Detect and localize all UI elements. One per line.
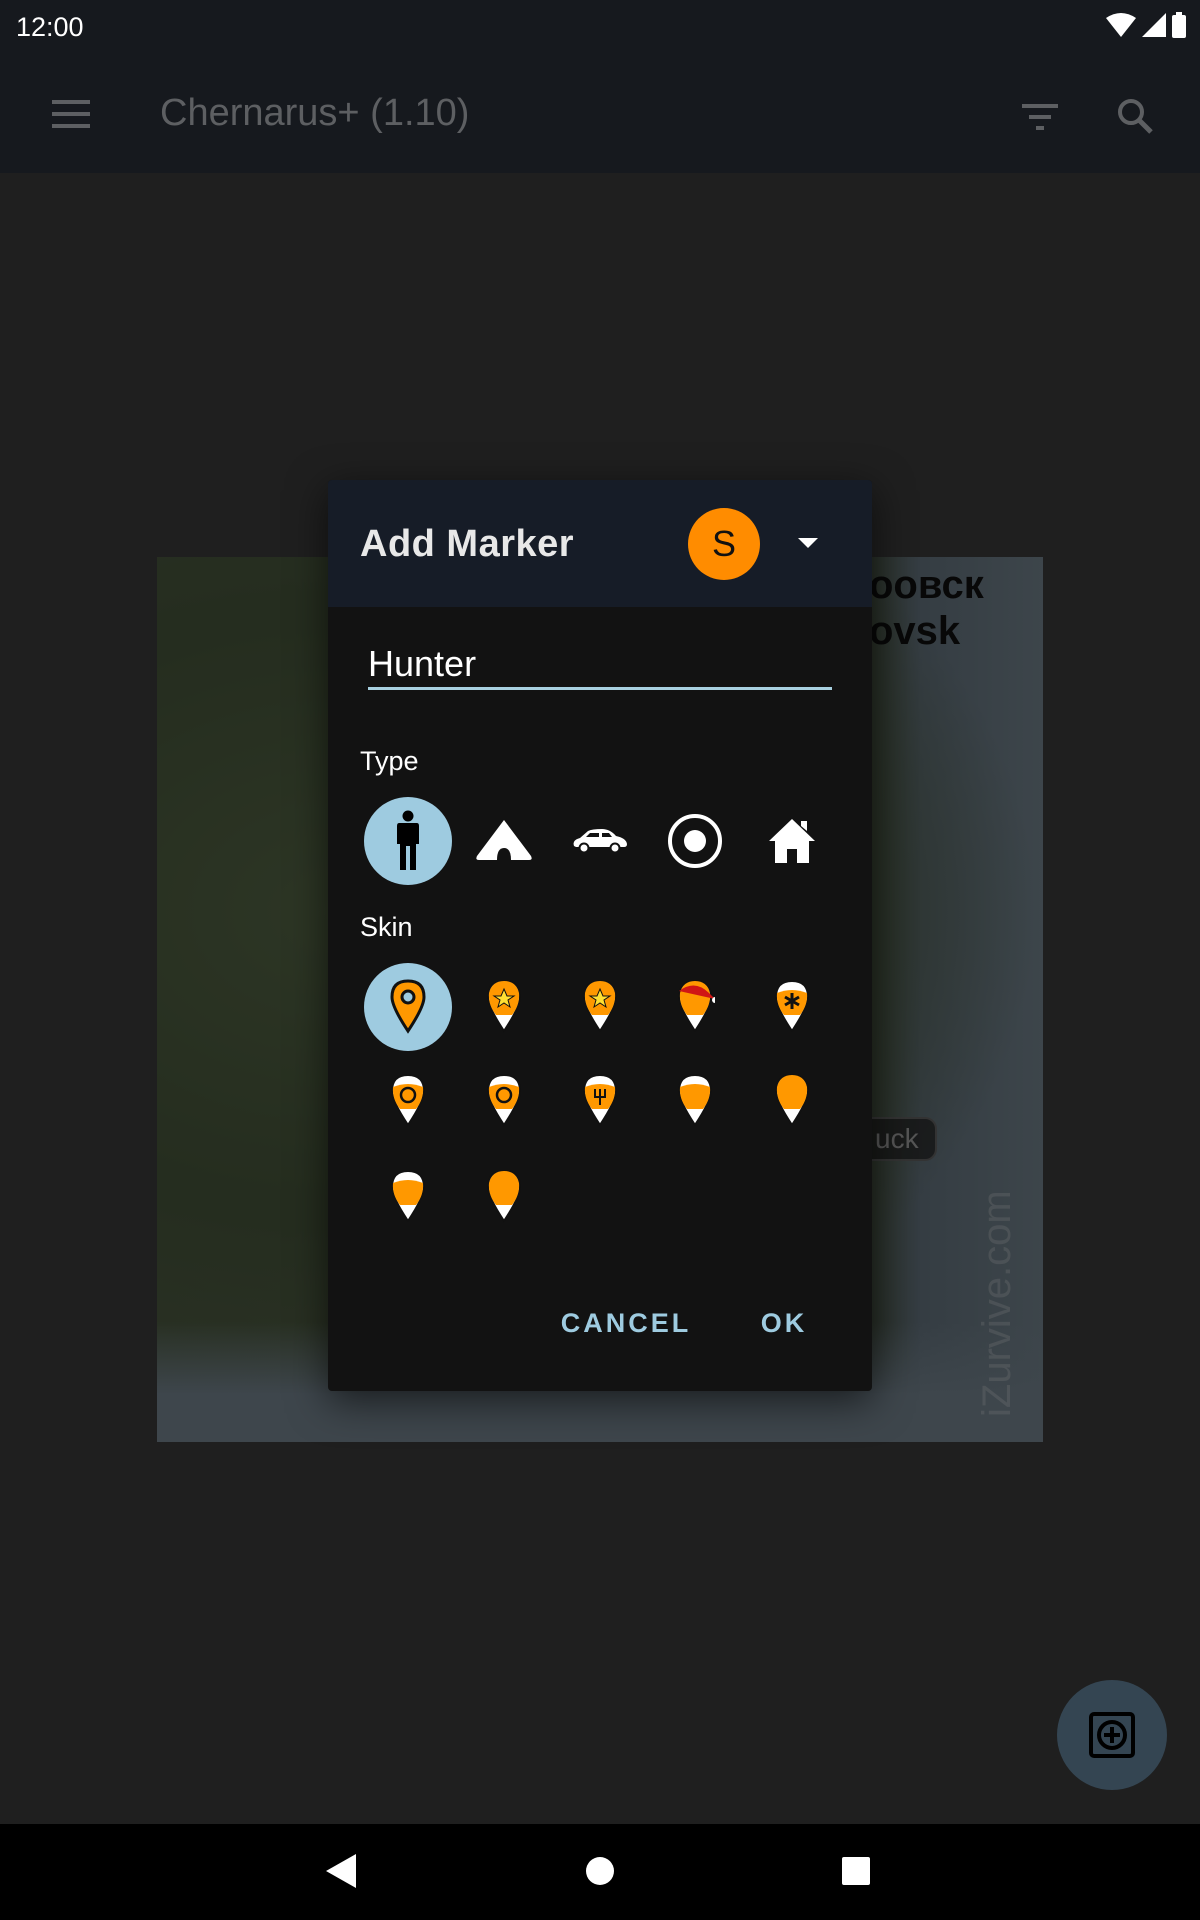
battery-icon bbox=[1172, 12, 1186, 38]
type-base[interactable] bbox=[748, 797, 836, 885]
wifi-icon bbox=[1106, 13, 1136, 37]
person-icon bbox=[397, 810, 419, 870]
target-circle-icon bbox=[668, 814, 722, 868]
dialog-title: Add Marker bbox=[360, 523, 575, 565]
dropdown-arrow-icon[interactable] bbox=[798, 538, 818, 548]
app-toolbar: Chernarus+ (1.10) bbox=[0, 60, 1200, 173]
search-icon[interactable] bbox=[1115, 96, 1155, 136]
pin-star-ribbon-icon bbox=[582, 979, 618, 1033]
group-avatar[interactable]: S bbox=[688, 508, 760, 580]
type-options bbox=[328, 797, 872, 885]
clock: 12:00 bbox=[16, 12, 84, 42]
type-point[interactable] bbox=[651, 797, 739, 885]
skin-option[interactable] bbox=[556, 1057, 644, 1145]
skin-option[interactable] bbox=[364, 963, 452, 1051]
type-person[interactable] bbox=[364, 797, 452, 885]
skin-option[interactable] bbox=[651, 1057, 739, 1145]
pin-helmet-icon bbox=[390, 1169, 426, 1223]
signal-icon bbox=[1142, 13, 1166, 37]
pin-beret-icon bbox=[774, 1073, 810, 1127]
pin-fork-icon bbox=[582, 1073, 618, 1127]
ok-button[interactable]: OK bbox=[761, 1308, 808, 1339]
marker-name-input[interactable] bbox=[368, 640, 832, 690]
skin-option[interactable] bbox=[556, 963, 644, 1051]
pin-santa-hat-icon bbox=[677, 979, 715, 1033]
pin-camo-star-icon bbox=[486, 979, 522, 1033]
dialog-header: Add Marker S bbox=[328, 480, 872, 607]
add-marker-fab[interactable] bbox=[1057, 1680, 1167, 1790]
filter-icon[interactable] bbox=[1020, 100, 1060, 134]
cancel-button[interactable]: CANCEL bbox=[561, 1308, 692, 1339]
skin-option[interactable] bbox=[460, 1153, 548, 1241]
pin-zombie-icon bbox=[486, 1169, 522, 1223]
pin-crosshair-icon bbox=[390, 1073, 426, 1127]
status-bar: 12:00 bbox=[0, 0, 1200, 60]
recents-icon[interactable] bbox=[841, 1854, 871, 1888]
map-title: Chernarus+ (1.10) bbox=[160, 92, 470, 134]
skin-option[interactable] bbox=[748, 1057, 836, 1145]
add-marker-dialog: Add Marker S Type Skin CANCEL OK bbox=[328, 480, 872, 1391]
add-marker-icon bbox=[1089, 1712, 1135, 1758]
skin-option[interactable] bbox=[460, 963, 548, 1051]
skin-label: Skin bbox=[360, 912, 413, 942]
pin-steering-wheel-icon bbox=[486, 1073, 522, 1127]
tent-icon bbox=[476, 820, 532, 860]
type-label: Type bbox=[360, 746, 419, 776]
skin-option[interactable] bbox=[651, 963, 739, 1051]
car-icon bbox=[573, 829, 627, 854]
pin-medic-icon bbox=[774, 979, 810, 1033]
pin-plain-icon bbox=[390, 979, 426, 1034]
back-icon[interactable] bbox=[326, 1854, 358, 1888]
skin-option[interactable] bbox=[364, 1153, 452, 1241]
skin-option[interactable] bbox=[364, 1057, 452, 1145]
type-vehicle[interactable] bbox=[556, 797, 644, 885]
skin-option[interactable] bbox=[748, 963, 836, 1051]
house-icon bbox=[769, 819, 815, 863]
menu-icon[interactable] bbox=[52, 100, 90, 130]
type-tent[interactable] bbox=[460, 797, 548, 885]
skin-option[interactable] bbox=[460, 1057, 548, 1145]
pin-cap-icon bbox=[677, 1073, 713, 1127]
home-icon[interactable] bbox=[585, 1854, 615, 1888]
navigation-bar bbox=[0, 1824, 1200, 1920]
